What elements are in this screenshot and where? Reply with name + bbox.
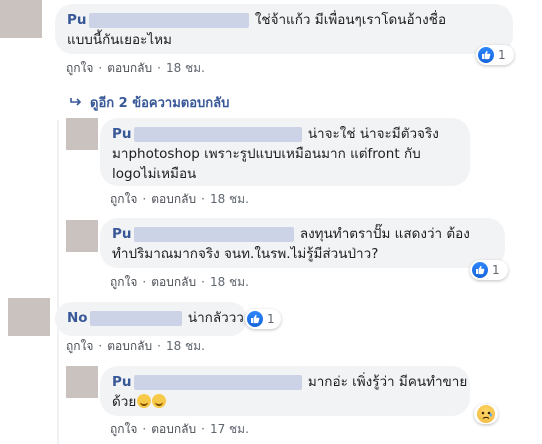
like-link[interactable]: ถูกใจ [110, 275, 137, 289]
comment-text: ใช่จ้าแก้ว มีเพื่อนๆเราโดนอ้างชื่อ [254, 12, 447, 28]
comment-bubble: Pu น่าจะใช่ น่าจะมีตัวจริง มาphotoshop เ… [100, 118, 470, 186]
comment-actions: ถูกใจ · ตอบกลับ · 18 ชม. [66, 339, 205, 353]
reaction-badge[interactable]: 1 [476, 45, 514, 65]
like-link[interactable]: ถูกใจ [110, 422, 137, 436]
like-icon [247, 311, 263, 327]
commenter-name[interactable]: Pu [112, 226, 132, 242]
reaction-count: 1 [492, 263, 500, 277]
sad-reaction-icon [477, 405, 495, 423]
like-link[interactable]: ถูกใจ [66, 339, 93, 353]
thread-line [57, 120, 59, 444]
timestamp[interactable]: 18 ชม. [166, 339, 205, 353]
timestamp[interactable]: 18 ชม. [166, 61, 205, 75]
reaction-badge[interactable]: 1 [245, 309, 281, 329]
comment-text: ลงทุนทำตราปั๊ม แสดงว่า ต้อง [299, 226, 470, 242]
avatar[interactable] [66, 220, 98, 252]
redacted-name [89, 310, 182, 326]
redacted-name [88, 12, 249, 28]
commenter-name[interactable]: Pu [112, 374, 132, 390]
like-link[interactable]: ถูกใจ [110, 192, 137, 206]
like-link[interactable]: ถูกใจ [66, 61, 93, 75]
like-icon [478, 47, 494, 63]
reaction-count: 1 [267, 312, 275, 326]
comment-actions: ถูกใจ · ตอบกลับ · 18 ชม. [110, 275, 249, 289]
like-icon [472, 262, 488, 278]
comment-bubble: Pu ลงทุนทำตราปั๊ม แสดงว่า ต้อง ทำปริมาณม… [100, 218, 505, 268]
comment-bubble: No น่ากลัววว [55, 302, 247, 336]
reply-link[interactable]: ตอบกลับ [107, 339, 152, 353]
timestamp[interactable]: 18 ชม. [210, 192, 249, 206]
comment-actions: ถูกใจ · ตอบกลับ · 17 ชม. [110, 422, 249, 436]
comment-text: มาphotoshop เพราะรูปแบบเหมือนมาก แต่fron… [112, 146, 421, 162]
comment-bubble: Pu ใช่จ้าแก้ว มีเพื่อนๆเราโดนอ้างชื่อ แบ… [55, 4, 513, 54]
comment-text: ทำปริมาณมากจริง จนท.ในรพ.ไม่รู้มีส่วนป่า… [112, 246, 379, 262]
redacted-name [133, 374, 302, 390]
grin-emoji-icon [152, 394, 167, 408]
commenter-name[interactable]: Pu [67, 12, 87, 28]
comment-text: น่าจะใช่ น่าจะมีตัวจริง [307, 126, 439, 142]
reply-link[interactable]: ตอบกลับ [151, 422, 196, 436]
view-more-replies-link[interactable]: ดูอีก 2 ข้อความตอบกลับ [70, 92, 229, 113]
timestamp[interactable]: 17 ชม. [210, 422, 249, 436]
comment-text: logoไม่เหมือน [112, 166, 197, 182]
reply-link[interactable]: ตอบกลับ [151, 275, 196, 289]
avatar[interactable] [66, 118, 98, 150]
comment-actions: ถูกใจ · ตอบกลับ · 18 ชม. [66, 61, 205, 75]
reply-link[interactable]: ตอบกลับ [151, 192, 196, 206]
reply-arrow-icon [70, 96, 82, 111]
avatar[interactable] [8, 298, 50, 336]
grin-emoji-icon [137, 394, 152, 408]
comment-text: มากอ่ะ เพิ่งรู้ว่า มีคนทำขาย [307, 374, 468, 390]
commenter-name[interactable]: Pu [112, 126, 132, 142]
comment-text: น่ากลัววว [187, 310, 244, 326]
redacted-name [133, 226, 294, 242]
comment-bubble: Pu มากอ่ะ เพิ่งรู้ว่า มีคนทำขาย ด้วย [100, 366, 470, 416]
reaction-badge[interactable] [474, 404, 498, 424]
commenter-name[interactable]: No [67, 310, 88, 326]
reaction-badge[interactable]: 1 [470, 260, 508, 280]
comment-text: แบบนี้กันเยอะไหม [67, 32, 172, 48]
reaction-count: 1 [498, 48, 506, 62]
redacted-name [133, 126, 302, 142]
avatar[interactable] [66, 366, 98, 398]
reply-link[interactable]: ตอบกลับ [107, 61, 152, 75]
comment-text: ด้วย [112, 394, 137, 410]
comment-actions: ถูกใจ · ตอบกลับ · 18 ชม. [110, 192, 249, 206]
timestamp[interactable]: 18 ชม. [210, 275, 249, 289]
avatar[interactable] [0, 0, 42, 38]
